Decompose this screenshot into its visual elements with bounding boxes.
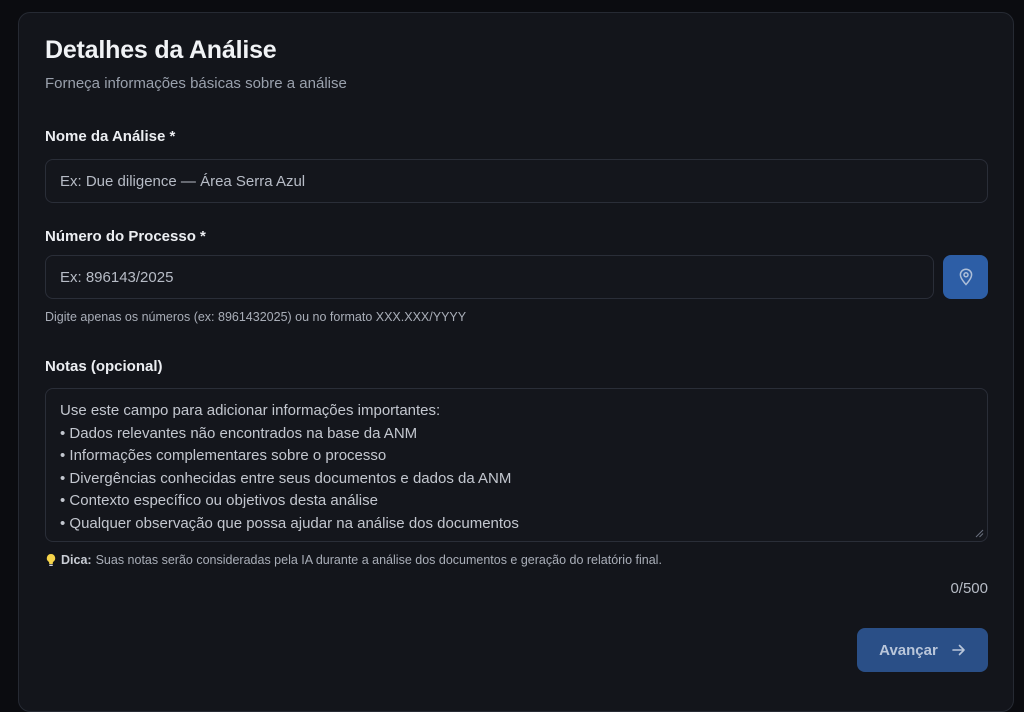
analysis-name-placeholder: Ex: Due diligence — Área Serra Azul — [60, 172, 306, 190]
process-number-placeholder: Ex: 896143/2025 — [60, 268, 174, 286]
notes-placeholder-line: • Qualquer observação que possa ajudar n… — [60, 514, 519, 532]
locate-process-button[interactable] — [943, 255, 988, 299]
notes-label: Notas (opcional) — [45, 358, 163, 375]
analysis-details-card — [18, 12, 1014, 712]
tip-label: Dica: — [61, 553, 92, 567]
notes-tip: Dica: Suas notas serão consideradas pela… — [45, 553, 662, 567]
map-pin-icon — [959, 268, 972, 286]
next-button-label: Avançar — [879, 641, 938, 659]
tip-text: Suas notas serão consideradas pela IA du… — [95, 553, 662, 567]
lightbulb-icon — [46, 554, 56, 566]
process-number-helper: Digite apenas os números (ex: 8961432025… — [45, 310, 467, 324]
next-button[interactable]: Avançar — [857, 628, 988, 672]
notes-char-counter: 0/500 — [950, 580, 988, 597]
page-title: Detalhes da Análise — [45, 36, 277, 64]
notes-placeholder-line: • Divergências conhecidas entre seus doc… — [60, 469, 512, 487]
page-subtitle: Forneça informações básicas sobre a anál… — [45, 75, 347, 92]
arrow-right-icon — [952, 644, 965, 656]
process-number-label: Número do Processo * — [45, 228, 206, 245]
analysis-name-label: Nome da Análise * — [45, 128, 176, 145]
notes-placeholder-line: • Dados relevantes não encontrados na ba… — [60, 424, 418, 442]
notes-placeholder-line: • Contexto específico ou objetivos desta… — [60, 492, 378, 509]
notes-placeholder-line: Use este campo para adicionar informaçõe… — [60, 402, 441, 419]
process-number-input[interactable]: Ex: 896143/2025 — [45, 255, 934, 299]
resize-handle-icon[interactable] — [974, 528, 984, 538]
notes-textarea[interactable]: Use este campo para adicionar informaçõe… — [45, 388, 988, 542]
analysis-name-input[interactable]: Ex: Due diligence — Área Serra Azul — [45, 159, 988, 203]
notes-placeholder-line: • Informações complementares sobre o pro… — [60, 447, 387, 464]
